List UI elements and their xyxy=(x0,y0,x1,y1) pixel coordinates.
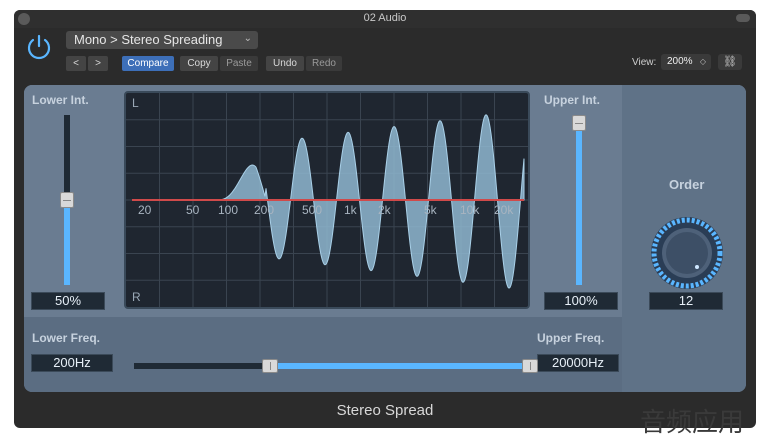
lower-int-fill xyxy=(64,200,70,285)
frequency-row xyxy=(24,317,622,392)
freq-tick-label: 50 xyxy=(186,203,200,217)
copy-button[interactable]: Copy xyxy=(180,56,218,71)
compare-button[interactable]: Compare xyxy=(122,56,174,71)
upper-freq-label: Upper Freq. xyxy=(537,331,605,345)
window-pill-button[interactable] xyxy=(736,14,750,22)
preset-menu[interactable]: Mono > Stereo Spreading ⌄ xyxy=(66,31,258,49)
link-icon: ⛓ xyxy=(723,56,737,68)
view-zoom-select[interactable]: 200% ◇ xyxy=(661,54,711,70)
title-bar: 02 Audio xyxy=(14,10,756,28)
upper-freq-value[interactable]: 20000Hz xyxy=(537,354,619,372)
order-knob[interactable] xyxy=(649,215,725,291)
paste-button[interactable]: Paste xyxy=(220,56,258,71)
upper-int-thumb[interactable] xyxy=(572,115,586,131)
stepper-icon: ◇ xyxy=(699,57,706,66)
lower-int-thumb[interactable] xyxy=(60,192,74,208)
left-channel-label: L xyxy=(132,96,139,110)
spread-waveform xyxy=(216,114,525,289)
undo-button[interactable]: Undo xyxy=(266,56,304,71)
link-button[interactable]: ⛓ xyxy=(718,54,742,70)
redo-button[interactable]: Redo xyxy=(306,56,342,71)
lower-int-slider[interactable] xyxy=(60,115,74,285)
freq-tick-label: 500 xyxy=(302,203,322,217)
prev-preset-button[interactable]: < xyxy=(66,56,86,71)
order-label: Order xyxy=(669,177,705,192)
view-zoom-value: 200% xyxy=(667,56,693,67)
freq-tick-label: 10k xyxy=(460,203,480,217)
lower-int-value[interactable]: 50% xyxy=(31,292,105,310)
lower-freq-label: Lower Freq. xyxy=(32,331,101,345)
right-channel-label: R xyxy=(132,290,141,304)
lower-freq-thumb[interactable] xyxy=(262,359,278,373)
upper-int-label: Upper Int. xyxy=(544,93,600,107)
upper-int-slider[interactable] xyxy=(572,115,586,285)
upper-int-fill xyxy=(576,123,582,285)
freq-tick-label: 1k xyxy=(344,203,358,217)
window-title: 02 Audio xyxy=(363,12,407,24)
plugin-window: 02 Audio Mono > Stereo Spreading ⌄ < > C… xyxy=(14,10,756,428)
order-value[interactable]: 12 xyxy=(649,292,723,310)
frequency-range-slider[interactable] xyxy=(134,357,538,373)
spread-display: L R 20 50 100 200 500 1k 2k 5k 10k 20k xyxy=(124,91,530,309)
freq-tick-label: 200 xyxy=(254,203,274,217)
freq-tick-label: 20 xyxy=(138,203,152,217)
upper-freq-thumb[interactable] xyxy=(522,359,538,373)
view-label: View: xyxy=(632,57,657,68)
lower-freq-value[interactable]: 200Hz xyxy=(31,354,113,372)
upper-int-value[interactable]: 100% xyxy=(544,292,618,310)
preset-label: Mono > Stereo Spreading xyxy=(74,32,223,47)
freq-tick-label: 20k xyxy=(494,203,514,217)
freq-tick-label: 2k xyxy=(378,203,392,217)
lower-int-label: Lower Int. xyxy=(32,93,89,107)
plugin-panel: Lower Int. 50% L R 20 50 100 200 500 1k 2k 5k 10k 2… xyxy=(24,85,746,392)
frequency-range-fill xyxy=(270,363,530,369)
power-icon[interactable] xyxy=(24,32,54,62)
chevron-down-icon: ⌄ xyxy=(243,33,252,44)
freq-tick-label: 5k xyxy=(424,203,438,217)
spread-graph: L R 20 50 100 200 500 1k 2k 5k 10k 20k xyxy=(126,93,528,307)
freq-tick-label: 100 xyxy=(218,203,238,217)
watermark: 音频应用 xyxy=(640,407,745,437)
next-preset-button[interactable]: > xyxy=(88,56,108,71)
